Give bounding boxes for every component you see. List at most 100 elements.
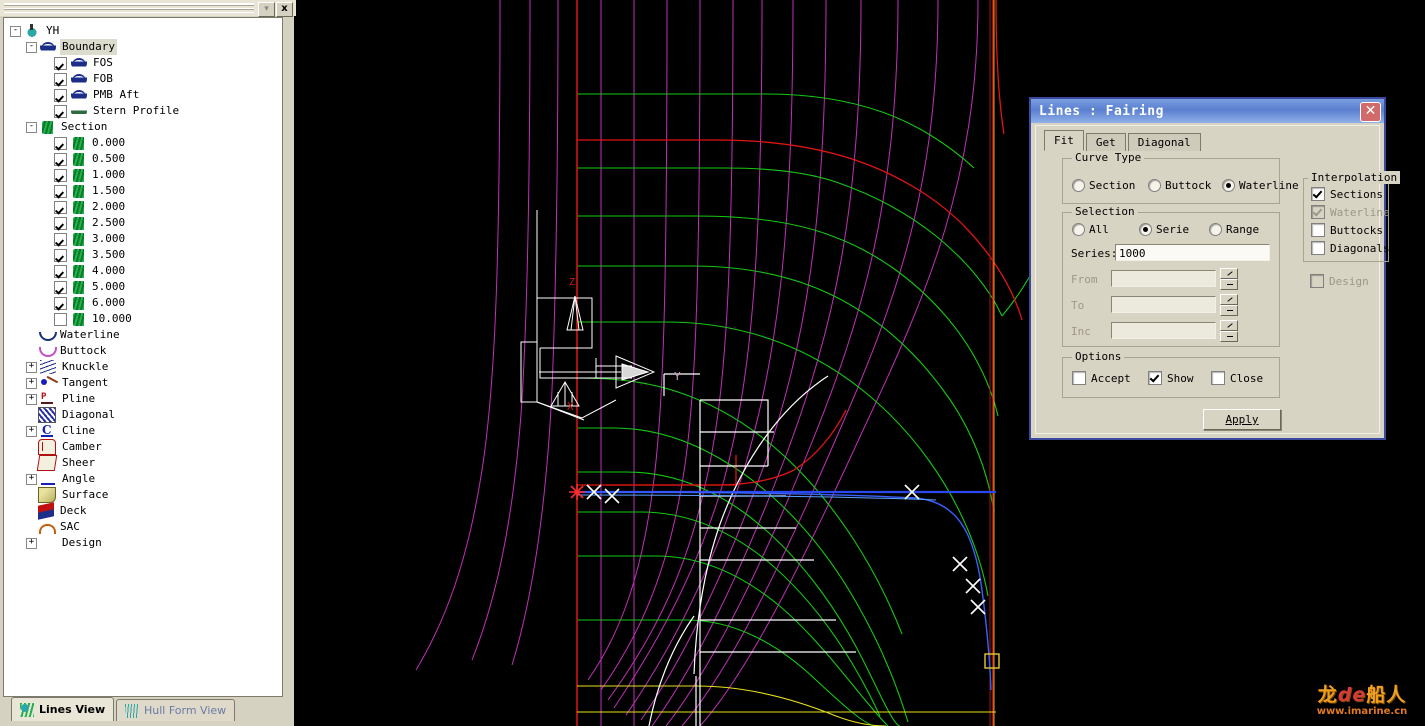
expand-icon[interactable]: + <box>26 361 37 373</box>
tree-node-surface[interactable]: Surface <box>10 487 282 503</box>
tree-node-checkbox[interactable] <box>54 136 67 150</box>
tree-node-2-500[interactable]: 2.500 <box>10 215 282 231</box>
checkbox-accept[interactable]: Accept <box>1072 371 1131 385</box>
tree-node-section[interactable]: - Section <box>10 119 282 135</box>
tree-frame[interactable]: - YH - Boundary FOS FOB PMB Aft Stern Profile - S… <box>3 17 283 697</box>
to-spinner[interactable] <box>1220 294 1238 316</box>
tree-node-checkbox[interactable] <box>54 216 67 230</box>
tree-node-angle[interactable]: + Angle <box>10 471 282 487</box>
tree-node-6-000[interactable]: 6.000 <box>10 295 282 311</box>
tree-node-checkbox[interactable] <box>54 264 67 278</box>
tree-node-fos[interactable]: FOS <box>10 55 282 71</box>
tree-node-3-500[interactable]: 3.500 <box>10 247 282 263</box>
dock-grip[interactable] <box>4 3 254 13</box>
tree-node-checkbox[interactable] <box>54 280 67 294</box>
tree-node-boundary[interactable]: - Boundary <box>10 39 282 55</box>
from-input[interactable] <box>1111 270 1216 287</box>
tree-node-camber[interactable]: Camber <box>10 439 282 455</box>
dock-dropdown-button[interactable]: ▾ <box>258 2 275 17</box>
lines-fairing-dialog[interactable]: Lines : Fairing ✕ Fit Get Diagonal Curve… <box>1029 97 1401 440</box>
radio-curve-type-waterline[interactable]: Waterline <box>1222 179 1299 192</box>
tree-node-fob[interactable]: FOB <box>10 71 282 87</box>
stern-profile-icon <box>71 104 87 118</box>
radio-selection-range[interactable]: Range <box>1209 223 1259 236</box>
tree-node-sheer[interactable]: Sheer <box>10 455 282 471</box>
radio-selection-serie[interactable]: Serie <box>1139 223 1189 236</box>
tab-lines-view[interactable]: Lines View <box>11 697 115 721</box>
axis-label-x: X <box>567 400 574 413</box>
expand-icon[interactable]: + <box>26 377 37 389</box>
tree-node-checkbox[interactable] <box>54 152 67 166</box>
tree-node-pline[interactable]: + Pline <box>10 391 282 407</box>
inc-input[interactable] <box>1111 322 1216 339</box>
collapse-icon[interactable]: - <box>10 25 21 37</box>
expand-icon[interactable]: + <box>26 425 37 437</box>
tree-node-label: 3.000 <box>92 232 126 245</box>
tree-node-label: Section <box>61 120 108 133</box>
tree-node-3-000[interactable]: 3.000 <box>10 231 282 247</box>
tree-node-sac[interactable]: SAC <box>10 519 282 535</box>
tree-node-checkbox[interactable] <box>54 200 67 214</box>
checkbox-close[interactable]: Close <box>1211 371 1263 385</box>
tree-node-10-000[interactable]: 10.000 <box>10 311 282 327</box>
tree-node-diagonal[interactable]: Diagonal <box>10 407 282 423</box>
tree-node-checkbox[interactable] <box>54 184 67 198</box>
tab-fit[interactable]: Fit <box>1044 130 1084 151</box>
tree-node-buttock[interactable]: Buttock <box>10 343 282 359</box>
tree-node-waterline[interactable]: Waterline <box>10 327 282 343</box>
dock-close-button[interactable]: x <box>276 2 293 17</box>
checkbox-sections[interactable]: Sections <box>1311 187 1383 201</box>
watermark-line1: 龙de船人 <box>1318 685 1407 705</box>
checkbox-buttocks[interactable]: Buttocks <box>1311 223 1383 237</box>
collapse-icon[interactable]: - <box>26 121 37 133</box>
tree-node-pmb-aft[interactable]: PMB Aft <box>10 87 282 103</box>
tree-node-yh[interactable]: - YH <box>10 23 282 39</box>
tree-node-checkbox[interactable] <box>54 104 67 118</box>
checkbox-indicator <box>1148 371 1162 385</box>
tree-node-checkbox[interactable] <box>54 88 67 102</box>
expand-icon[interactable]: + <box>26 473 37 485</box>
series-input[interactable]: 1000 <box>1115 244 1270 261</box>
collapse-icon[interactable]: - <box>26 41 37 53</box>
to-input[interactable] <box>1111 296 1216 313</box>
expand-icon[interactable]: + <box>26 537 37 549</box>
tree-node-stern-profile[interactable]: Stern Profile <box>10 103 282 119</box>
tab-diagonal[interactable]: Diagonal <box>1127 133 1201 151</box>
radio-curve-type-buttock[interactable]: Buttock <box>1148 179 1211 192</box>
tree-node-knuckle[interactable]: + Knuckle <box>10 359 282 375</box>
tree-node-cline[interactable]: + Cline <box>10 423 282 439</box>
from-spinner[interactable] <box>1220 268 1238 290</box>
tree-node-checkbox[interactable] <box>54 56 67 70</box>
tree-node-deck[interactable]: Deck <box>10 502 282 520</box>
radio-selection-all[interactable]: All <box>1072 223 1109 236</box>
from-label: From <box>1071 273 1098 286</box>
dialog-titlebar[interactable]: Lines : Fairing ✕ <box>1031 99 1384 123</box>
tree-node-tangent[interactable]: + Tangent <box>10 375 282 391</box>
tree-node-design[interactable]: + Design <box>10 535 282 551</box>
apply-button[interactable]: Apply <box>1203 409 1281 430</box>
checkbox-diagonals[interactable]: Diagonals <box>1311 241 1390 255</box>
tab-get[interactable]: Get <box>1085 133 1126 151</box>
tree-node-4-000[interactable]: 4.000 <box>10 263 282 279</box>
tree-node-5-000[interactable]: 5.000 <box>10 279 282 295</box>
tree-node-0-500[interactable]: 0.500 <box>10 151 282 167</box>
tree-node-label: 2.000 <box>92 200 126 213</box>
tree-node-checkbox[interactable] <box>54 72 67 86</box>
tree-node-checkbox[interactable] <box>54 168 67 182</box>
inc-spinner[interactable] <box>1220 320 1238 342</box>
tree-node-checkbox[interactable] <box>54 296 67 310</box>
tree-node-1-500[interactable]: 1.500 <box>10 183 282 199</box>
object-tree[interactable]: - YH - Boundary FOS FOB PMB Aft Stern Profile - S… <box>4 18 282 551</box>
tree-node-1-000[interactable]: 1.000 <box>10 167 282 183</box>
tree-node-checkbox[interactable] <box>54 232 67 246</box>
dialog-close-button[interactable]: ✕ <box>1360 102 1381 122</box>
tab-hull-form-view[interactable]: Hull Form View <box>116 699 236 721</box>
expand-icon[interactable]: + <box>26 393 37 405</box>
checkbox-show[interactable]: Show <box>1148 371 1194 385</box>
tree-node-checkbox[interactable] <box>54 248 67 262</box>
tree-node-2-000[interactable]: 2.000 <box>10 199 282 215</box>
radio-curve-type-section[interactable]: Section <box>1072 179 1135 192</box>
tree-node-0-000[interactable]: 0.000 <box>10 135 282 151</box>
tree-node-checkbox[interactable] <box>54 312 67 326</box>
